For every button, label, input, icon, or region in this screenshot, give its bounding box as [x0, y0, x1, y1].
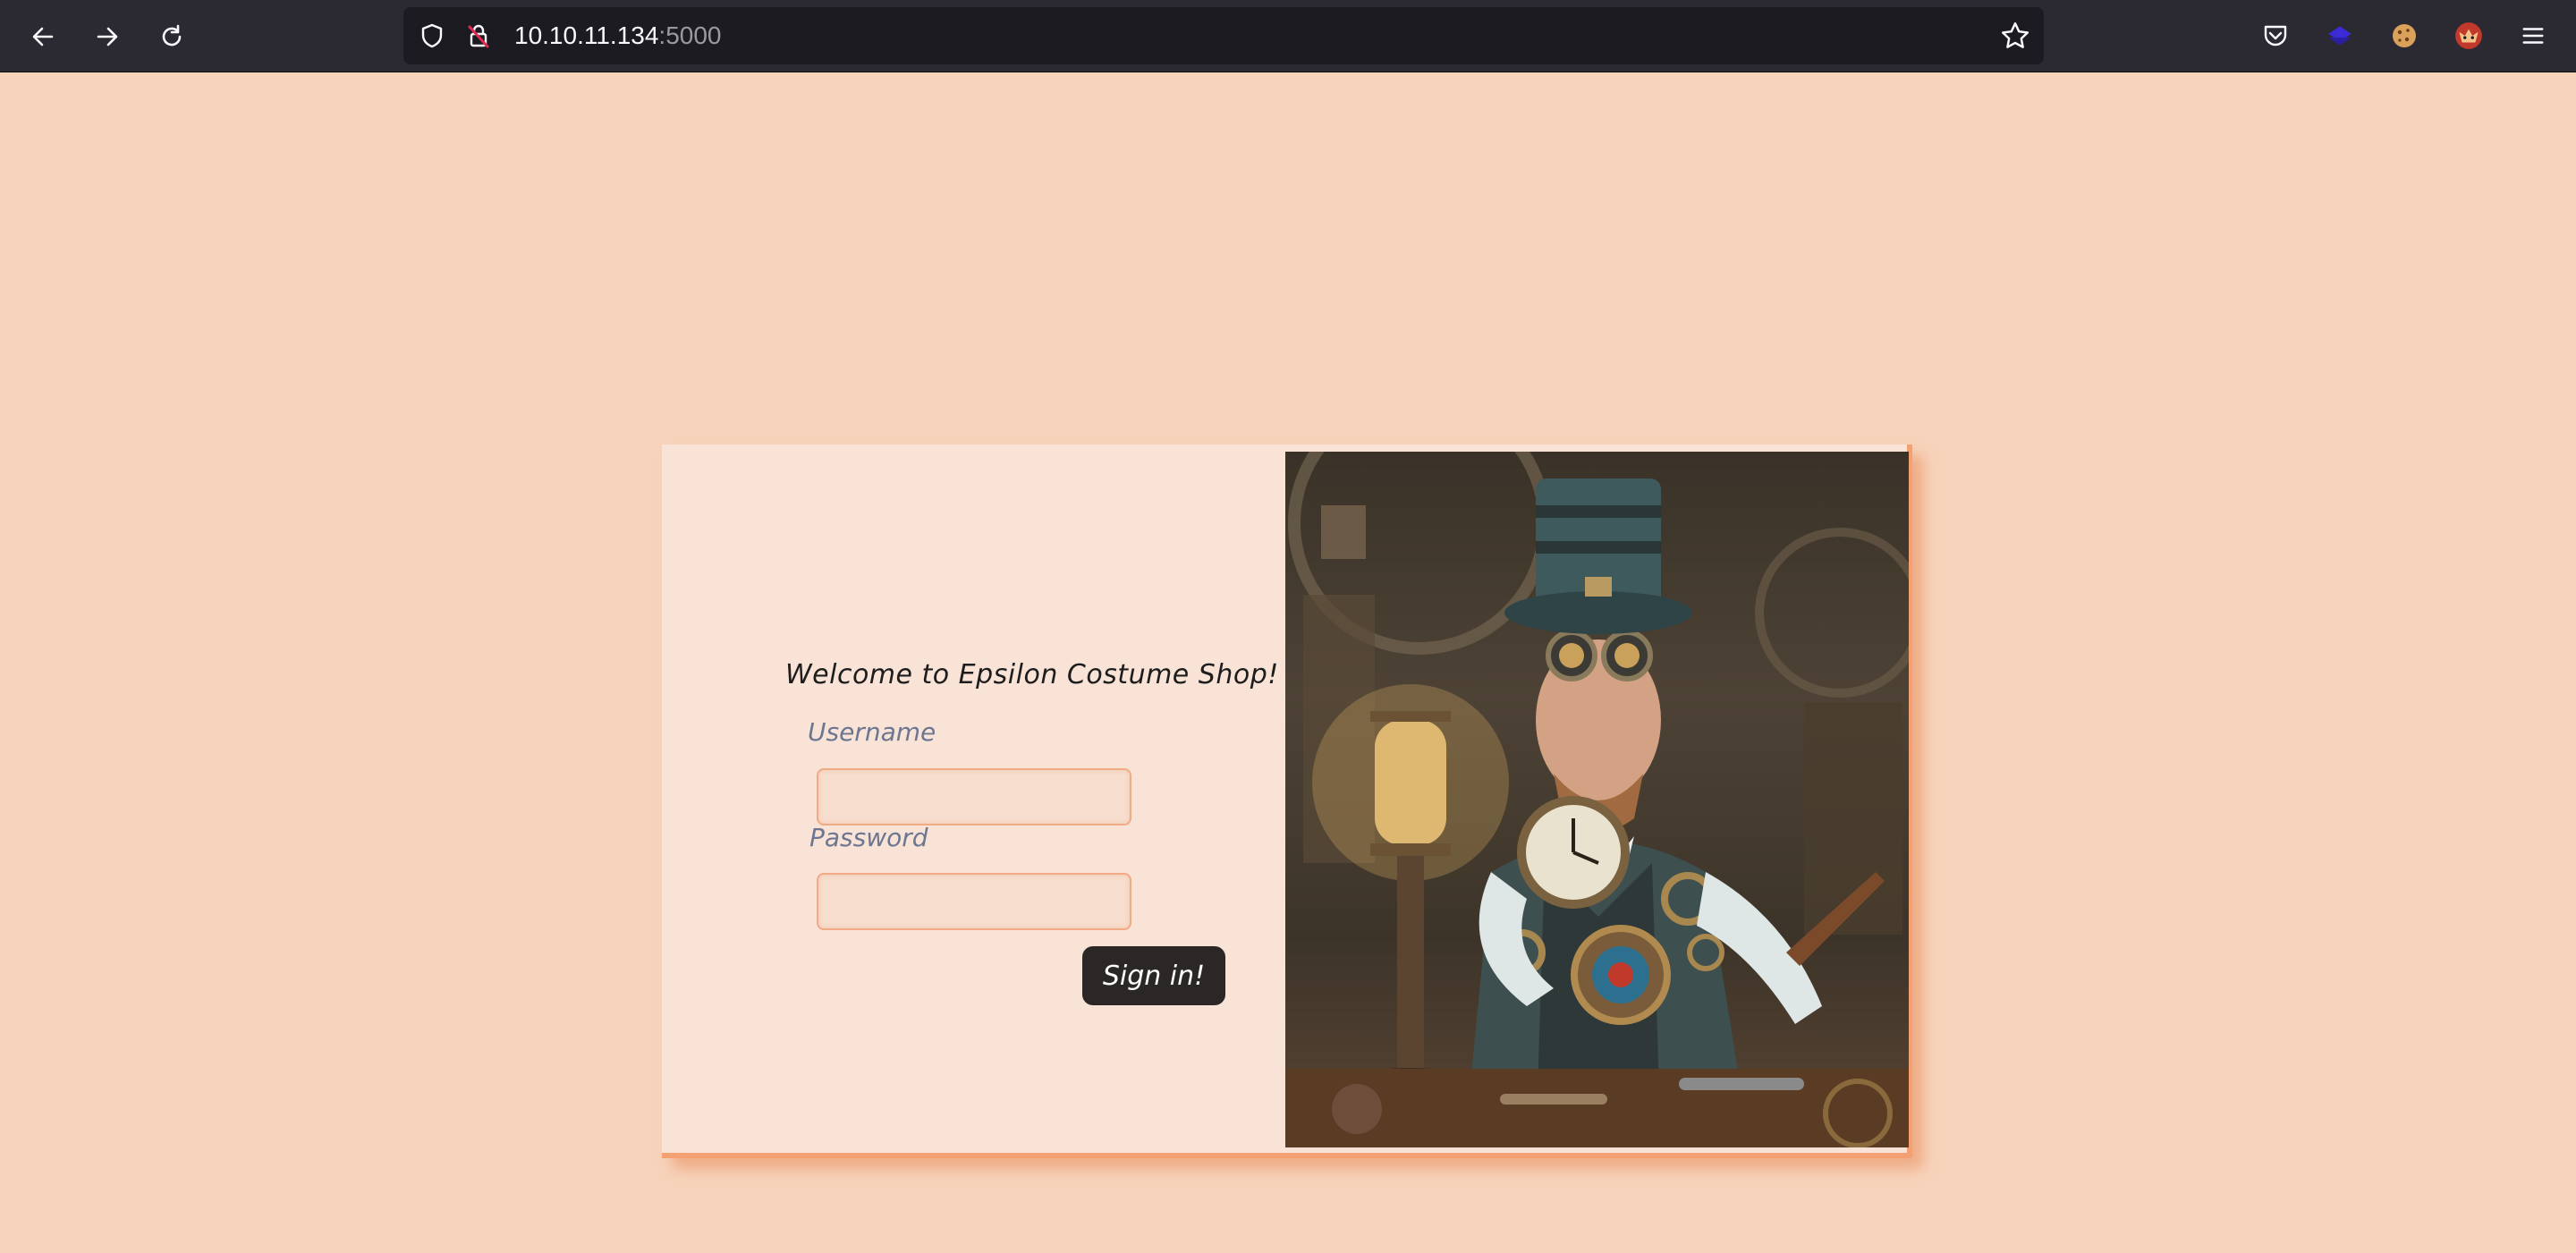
fox-icon	[2455, 22, 2482, 49]
reload-icon	[162, 24, 182, 47]
steampunk-illustration-art	[1285, 452, 1909, 1147]
password-input[interactable]	[817, 873, 1131, 930]
bookmark-button[interactable]	[1997, 18, 2033, 54]
forward-button[interactable]	[87, 16, 128, 57]
arrow-right-icon	[97, 27, 118, 47]
back-button[interactable]	[22, 16, 64, 57]
url-text[interactable]: 10.10.11.134:5000	[514, 7, 722, 64]
url-host: 10.10.11.134	[514, 21, 659, 49]
reload-button[interactable]	[151, 16, 192, 57]
sign-in-button[interactable]: Sign in!	[1082, 946, 1225, 1005]
password-label: Password	[809, 823, 928, 852]
pocket-button[interactable]	[2258, 18, 2293, 54]
url-port: :5000	[658, 21, 722, 49]
hamburger-menu-icon	[2522, 28, 2544, 44]
fox-extension-button[interactable]	[2451, 18, 2487, 54]
shield-icon[interactable]	[418, 21, 446, 50]
url-bar[interactable]: 10.10.11.134:5000	[403, 7, 2044, 64]
username-input[interactable]	[817, 768, 1131, 825]
app-menu-button[interactable]	[2515, 18, 2551, 54]
username-label: Username	[808, 717, 936, 747]
cookie-icon	[2393, 24, 2416, 47]
pocket-icon	[2264, 25, 2287, 47]
arrow-left-icon	[32, 27, 54, 47]
insecure-lock-icon[interactable]	[464, 21, 493, 50]
star-icon	[2001, 21, 2029, 48]
steampunk-illustration	[1285, 452, 1909, 1147]
extension-purple-icon	[2328, 26, 2351, 46]
welcome-heading: Welcome to Epsilon Costume Shop!	[785, 659, 1279, 690]
extension-purple-button[interactable]	[2322, 18, 2358, 54]
login-card: Welcome to Epsilon Costume Shop! Usernam…	[662, 444, 1912, 1158]
cookie-button[interactable]	[2386, 18, 2422, 54]
browser-toolbar: 10.10.11.134:5000	[0, 0, 2576, 72]
